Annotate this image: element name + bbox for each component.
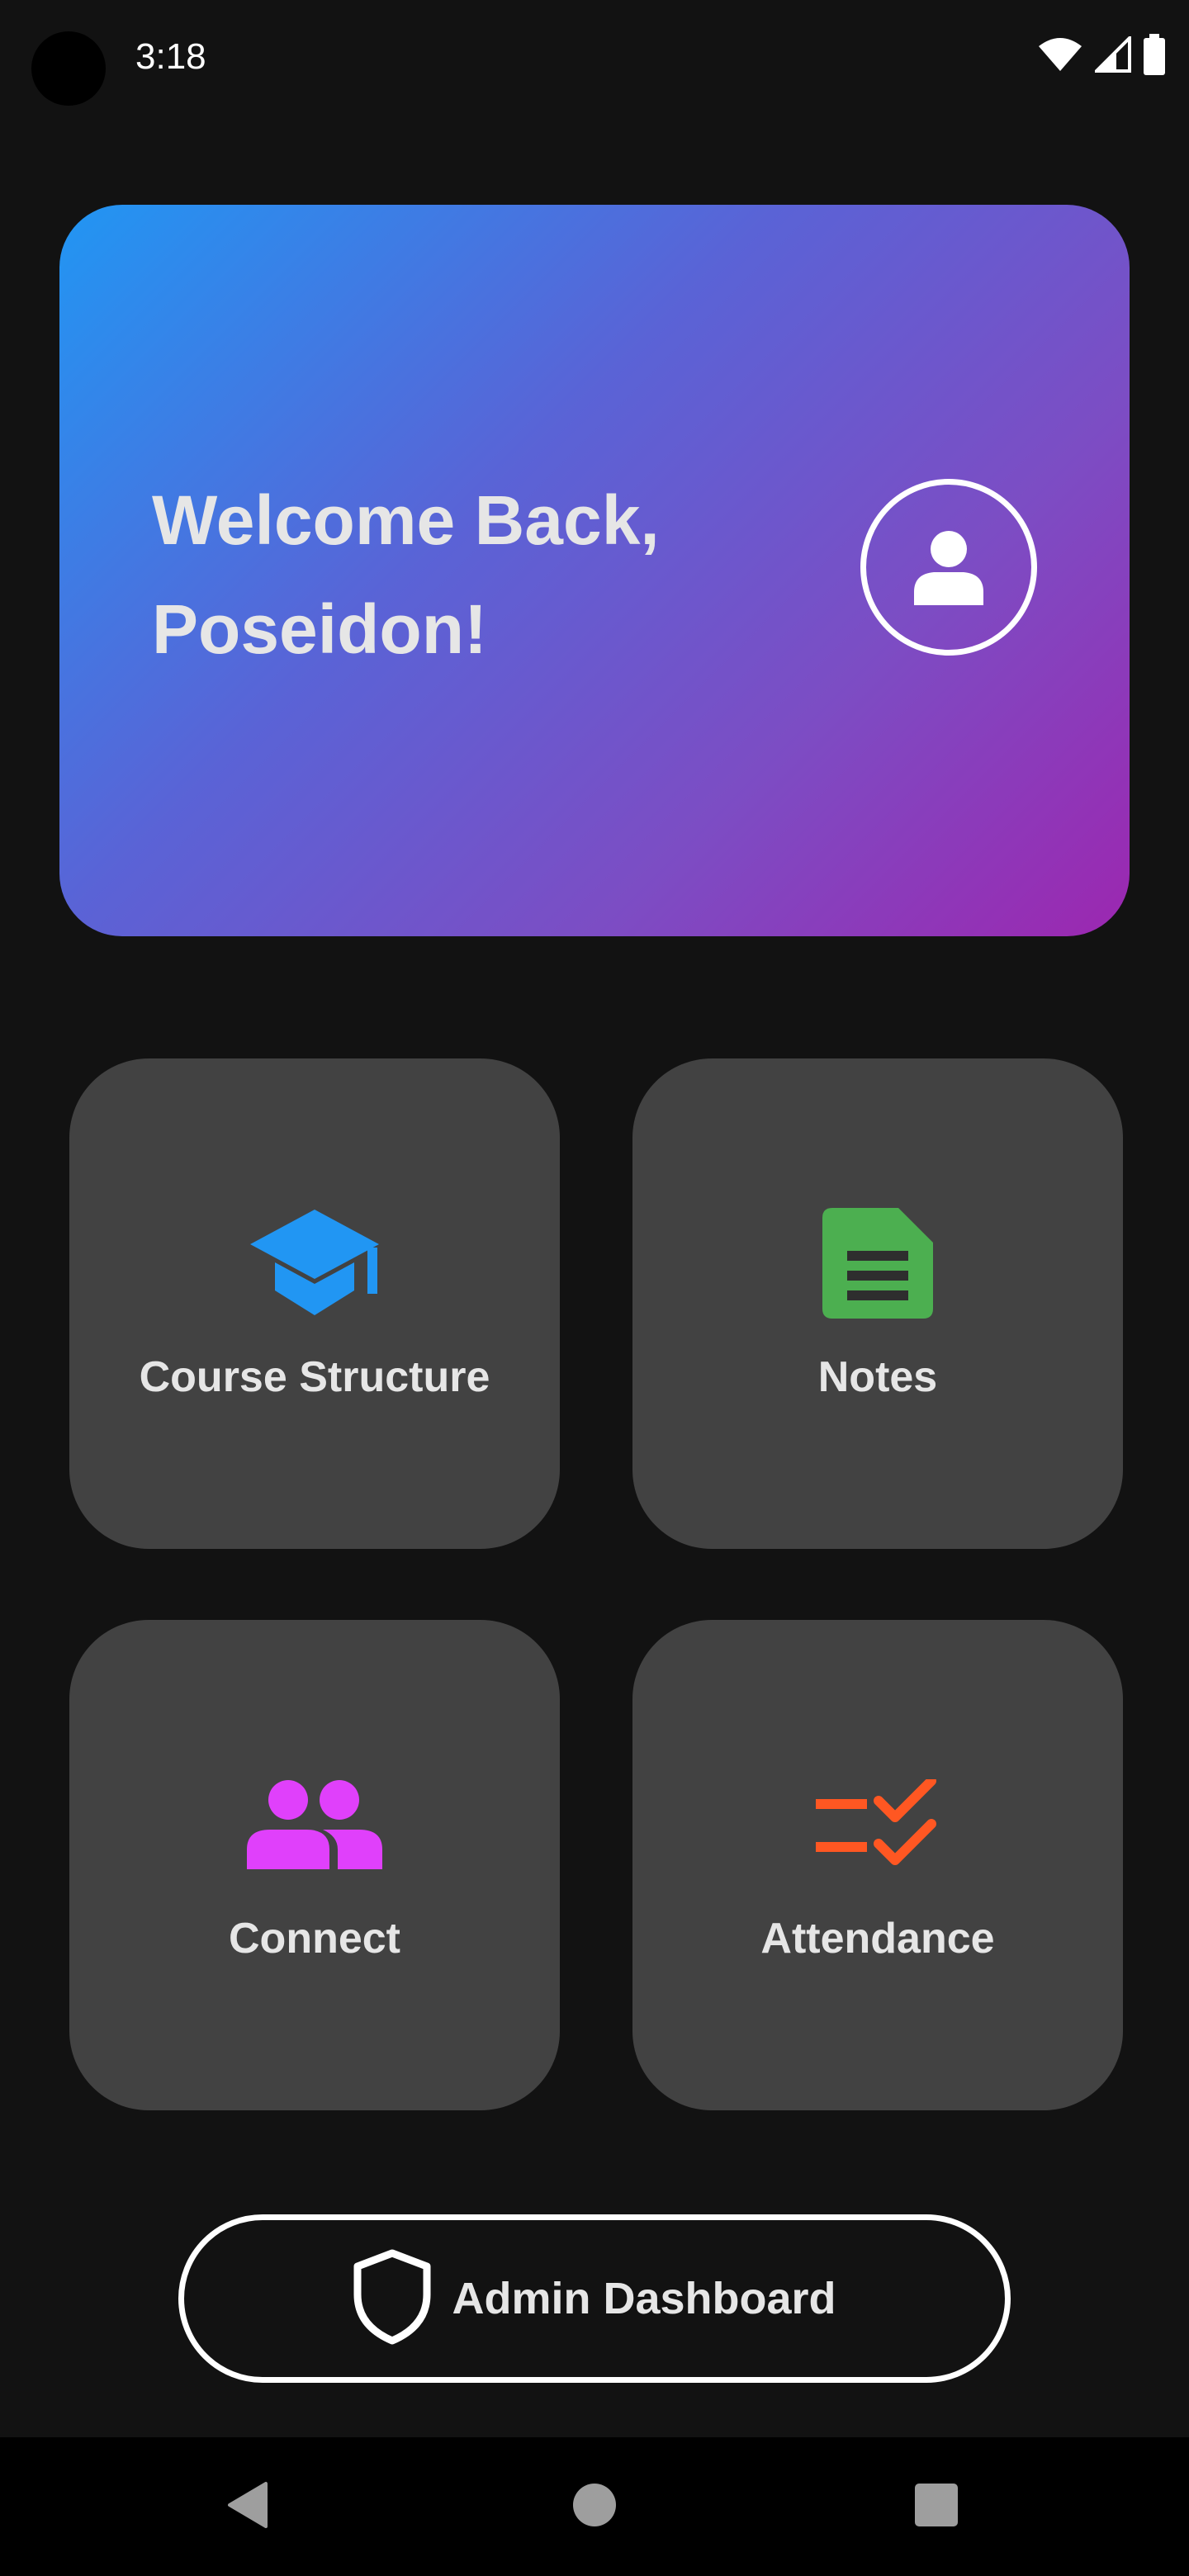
notes-tile[interactable]: Notes: [632, 1058, 1123, 1549]
back-button[interactable]: [198, 2437, 297, 2576]
status-time: 3:18: [135, 36, 206, 77]
recents-icon: [914, 2483, 959, 2531]
welcome-line-1: Welcome Back,: [152, 481, 660, 559]
course-structure-tile[interactable]: Course Structure: [69, 1058, 560, 1549]
back-icon: [225, 2480, 271, 2534]
status-bar: 3:18: [0, 0, 1189, 116]
welcome-message: Welcome Back, Poseidon!: [152, 466, 779, 684]
recents-button[interactable]: [887, 2437, 986, 2576]
attendance-tile[interactable]: Attendance: [632, 1620, 1123, 2110]
system-navigation-bar: [0, 2437, 1189, 2576]
graduation-cap-icon: [244, 1205, 385, 1321]
document-icon: [808, 1205, 948, 1321]
welcome-card: Welcome Back, Poseidon!: [59, 205, 1130, 936]
notes-label: Notes: [817, 1353, 938, 1401]
admin-dashboard-button[interactable]: Admin Dashboard: [178, 2214, 1011, 2383]
connect-label: Connect: [229, 1915, 400, 1963]
welcome-name: Poseidon!: [152, 590, 488, 668]
home-button[interactable]: [545, 2437, 644, 2576]
person-icon: [907, 524, 990, 611]
home-icon: [572, 2483, 617, 2531]
status-icons: [1037, 31, 1166, 81]
profile-avatar-button[interactable]: [860, 479, 1037, 656]
checklist-icon: [808, 1767, 948, 1882]
attendance-label: Attendance: [760, 1915, 995, 1963]
cell-signal-icon: [1092, 33, 1131, 77]
people-icon: [244, 1767, 385, 1882]
battery-icon: [1143, 33, 1166, 79]
wifi-icon: [1037, 36, 1083, 77]
course-structure-label: Course Structure: [139, 1353, 490, 1401]
camera-cutout: [31, 31, 106, 106]
shield-icon: [353, 2248, 432, 2350]
admin-dashboard-label: Admin Dashboard: [452, 2274, 836, 2323]
connect-tile[interactable]: Connect: [69, 1620, 560, 2110]
